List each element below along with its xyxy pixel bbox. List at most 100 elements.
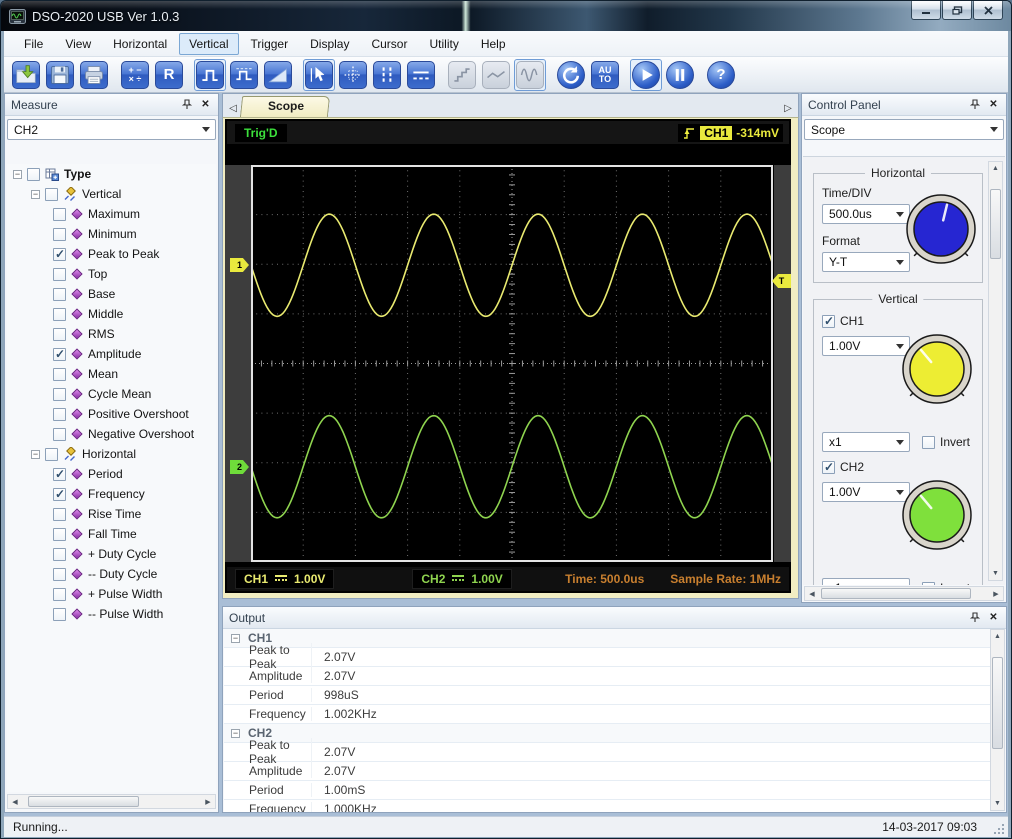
menu-trigger[interactable]: Trigger [241,33,299,55]
checkbox[interactable] [53,268,66,281]
collapse-icon[interactable]: − [231,634,240,643]
checkbox[interactable] [53,248,66,261]
minimize-button[interactable] [911,1,941,20]
checkbox[interactable] [53,308,66,321]
tree-node-vertical[interactable]: −Vertical [7,184,216,204]
scroll-right-icon[interactable]: ▶ [201,795,215,808]
pin-icon[interactable] [180,98,193,111]
linear-interpolation-icon[interactable] [482,61,510,89]
tree-item--pulse-width[interactable]: + Pulse Width [7,584,216,604]
pin-icon[interactable] [968,611,981,624]
tree-item-mean[interactable]: Mean [7,364,216,384]
collapse-icon[interactable]: − [13,170,22,179]
ch2-enable-checkbox[interactable]: CH2 [822,460,978,474]
tree-item--duty-cycle[interactable]: -- Duty Cycle [7,564,216,584]
maximize-button[interactable] [942,1,972,20]
scroll-down-icon[interactable]: ▼ [991,797,1004,810]
pulse-width-trigger-icon[interactable] [230,61,258,89]
checkbox[interactable] [53,428,66,441]
tree-item-fall-time[interactable]: Fall Time [7,524,216,544]
print-icon[interactable] [80,61,108,89]
pulse-trigger-icon[interactable] [196,61,224,89]
tree-item-top[interactable]: Top [7,264,216,284]
checkbox[interactable] [53,508,66,521]
checkbox[interactable] [53,548,66,561]
open-file-icon[interactable] [12,61,40,89]
menu-cursor[interactable]: Cursor [361,33,417,55]
measure-hscrollbar[interactable]: ◀ ▶ [7,794,216,809]
control-panel-hscrollbar[interactable]: ◀ ▶ [804,586,1004,601]
save-file-icon[interactable] [46,61,74,89]
tree-item-maximum[interactable]: Maximum [7,204,216,224]
measure-channel-select[interactable]: CH2 [7,119,216,140]
scroll-right-icon[interactable]: ▶ [989,587,1003,600]
close-icon[interactable]: ✕ [987,98,1000,111]
tree-item-negative-overshoot[interactable]: Negative Overshoot [7,424,216,444]
close-icon[interactable]: ✕ [987,611,1000,624]
ch1-scale-select[interactable]: 1.00V [822,336,910,356]
ch1-probe-select[interactable]: x1 [822,432,910,452]
ch2-invert-checkbox[interactable]: Invert [922,581,970,585]
checkbox[interactable] [53,608,66,621]
ramp-trigger-icon[interactable] [264,61,292,89]
output-vscrollbar[interactable]: ▲ ▼ [990,629,1005,811]
menu-horizontal[interactable]: Horizontal [103,33,177,55]
tab-scroll-right-icon[interactable]: ▷ [780,99,796,117]
tree-item--pulse-width[interactable]: -- Pulse Width [7,604,216,624]
scroll-left-icon[interactable]: ◀ [805,587,819,600]
ch2-probe-select[interactable]: x1 [822,578,910,585]
menu-file[interactable]: File [14,33,53,55]
checkbox[interactable] [53,328,66,341]
tree-node-type[interactable]: −Type [7,164,216,184]
tree-item-middle[interactable]: Middle [7,304,216,324]
scroll-up-icon[interactable]: ▲ [989,162,1002,175]
time-div-knob[interactable] [902,190,980,268]
tab-scroll-left-icon[interactable]: ◁ [225,99,241,117]
checkbox[interactable] [53,368,66,381]
resize-grip[interactable] [993,823,1005,835]
math-operations-icon[interactable]: + −× ÷ [121,61,149,89]
ch1-enable-checkbox[interactable]: CH1 [822,314,978,328]
step-interpolation-icon[interactable] [448,61,476,89]
help-icon[interactable]: ? [707,61,735,89]
checkbox[interactable] [27,168,40,181]
tree-item-peak-to-peak[interactable]: Peak to Peak [7,244,216,264]
pause-icon[interactable] [666,61,694,89]
ch2-scale-select[interactable]: 1.00V [822,482,910,502]
vertical-cursors-icon[interactable] [373,61,401,89]
tree-item-base[interactable]: Base [7,284,216,304]
tree-node-horizontal[interactable]: −Horizontal [7,444,216,464]
close-button[interactable] [973,1,1003,20]
menu-display[interactable]: Display [300,33,359,55]
checkbox[interactable] [53,568,66,581]
collapse-icon[interactable]: − [31,190,40,199]
ch1-invert-checkbox[interactable]: Invert [922,435,970,449]
tree-item-positive-overshoot[interactable]: Positive Overshoot [7,404,216,424]
tree-item-rms[interactable]: RMS [7,324,216,344]
tree-item-minimum[interactable]: Minimum [7,224,216,244]
tab-scope[interactable]: Scope [240,96,330,117]
checkbox[interactable] [53,408,66,421]
sine-interpolation-icon[interactable] [516,61,544,89]
menu-vertical[interactable]: Vertical [179,33,238,55]
pin-icon[interactable] [968,98,981,111]
tree-item-frequency[interactable]: Frequency [7,484,216,504]
checkbox[interactable] [53,288,66,301]
tree-item-period[interactable]: Period [7,464,216,484]
close-icon[interactable]: ✕ [199,98,212,111]
checkbox[interactable] [53,588,66,601]
tree-item-cycle-mean[interactable]: Cycle Mean [7,384,216,404]
checkbox[interactable] [53,348,66,361]
cursor-select-icon[interactable] [305,61,333,89]
scroll-left-icon[interactable]: ◀ [8,795,22,808]
checkbox[interactable] [45,188,58,201]
checkbox[interactable] [53,468,66,481]
control-panel-vscrollbar[interactable]: ▲ ▼ [988,161,1003,581]
collapse-icon[interactable]: − [231,729,240,738]
tree-item-rise-time[interactable]: Rise Time [7,504,216,524]
reference-wave-icon[interactable]: R [155,61,183,89]
collapse-icon[interactable]: − [31,450,40,459]
horizontal-cursors-icon[interactable] [407,61,435,89]
menu-utility[interactable]: Utility [419,33,468,55]
ch2-position-knob[interactable] [898,476,976,554]
